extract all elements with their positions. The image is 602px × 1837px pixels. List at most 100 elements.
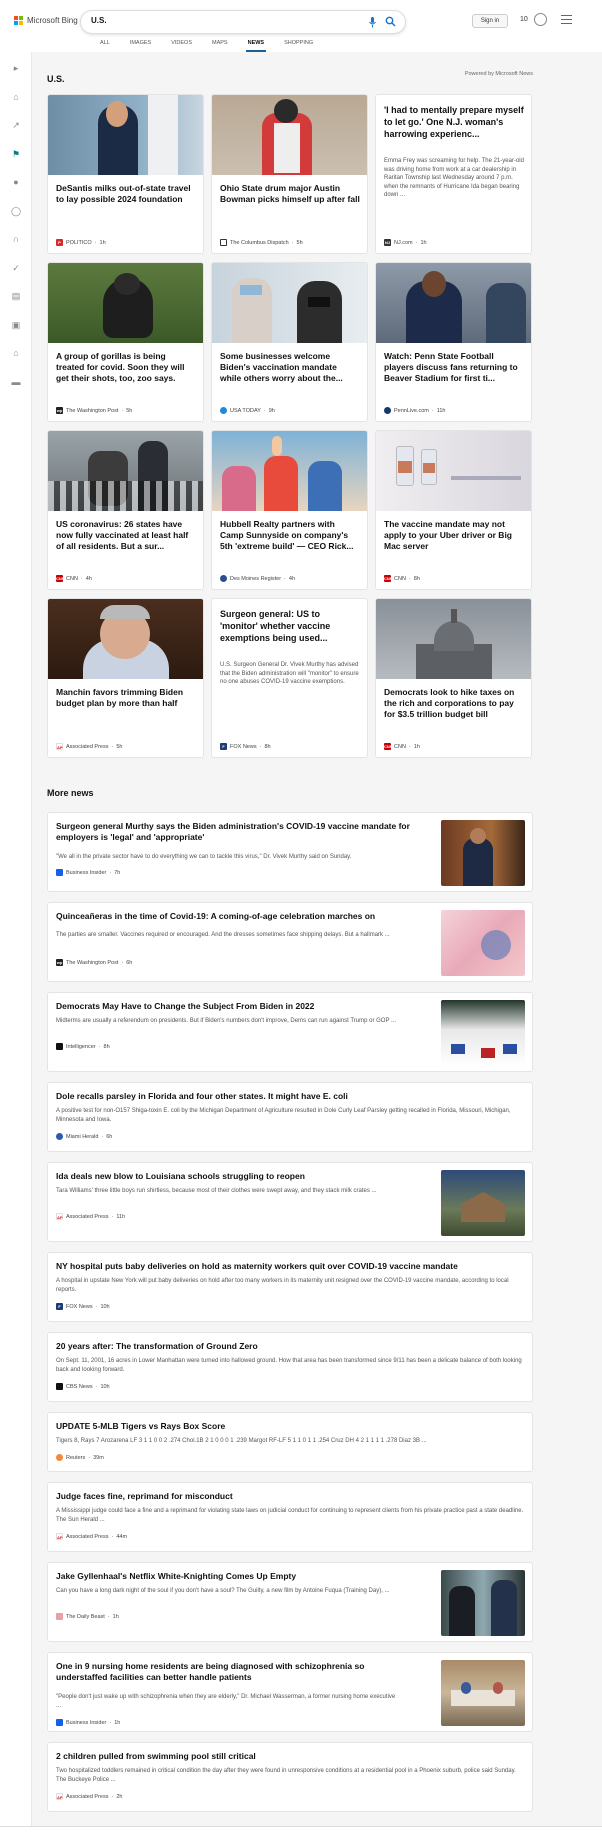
source-name: CNN: [394, 743, 406, 750]
item-snippet: Midterms are usually a referendum on pre…: [56, 1018, 396, 1024]
card-title: Ohio State drum major Austin Bowman pick…: [220, 183, 360, 204]
politics-icon[interactable]: ⌂: [9, 346, 23, 360]
source-logo-icon: AP: [56, 743, 63, 750]
source-name: POLITICO: [66, 239, 92, 246]
search-icon[interactable]: [385, 16, 396, 27]
news-card[interactable]: 'I had to mentally prepare myself to let…: [375, 94, 532, 254]
card-title: The vaccine mandate may not apply to you…: [384, 519, 512, 551]
tab-videos[interactable]: VIDEOS: [161, 40, 202, 52]
list-item[interactable]: 2 children pulled from swimming pool sti…: [47, 1742, 533, 1812]
list-item[interactable]: Ida deals new blow to Louisiana schools …: [47, 1162, 533, 1242]
trending-icon[interactable]: ↗: [9, 118, 23, 132]
source-logo-icon: [220, 407, 227, 414]
list-item[interactable]: Surgeon general Murthy says the Biden ad…: [47, 812, 533, 892]
sign-in-button[interactable]: Sign in: [472, 14, 508, 28]
left-sidebar: ▸ ⌂ ↗ ⚑ ● ◯ ∩ ✓ ▤ ▣ ⌂ ▬: [0, 52, 32, 1837]
item-snippet: "People don't just wake up with schizoph…: [56, 1694, 396, 1709]
source-logo-icon: [56, 1383, 63, 1390]
item-title: Judge faces fine, reprimand for miscondu…: [56, 1491, 233, 1501]
briefcase-icon[interactable]: ∩: [9, 232, 23, 246]
item-thumbnail: [441, 1000, 525, 1066]
chevron-right-icon[interactable]: ▸: [9, 61, 23, 75]
news-card[interactable]: The vaccine mandate may not apply to you…: [375, 430, 532, 590]
card-snippet: Emma Frey was screaming for help. The 21…: [384, 158, 524, 198]
source-name: Business Insider: [66, 869, 107, 876]
bing-logo[interactable]: Microsoft Bing: [14, 16, 78, 25]
card-image: [376, 599, 531, 679]
powered-by[interactable]: Powered by Microsoft News: [465, 71, 533, 77]
entertainment-icon[interactable]: ▤: [9, 289, 23, 303]
globe-icon[interactable]: ◯: [9, 204, 23, 218]
list-item[interactable]: Democrats May Have to Change the Subject…: [47, 992, 533, 1072]
list-item[interactable]: Jake Gyllenhaal's Netflix White-Knightin…: [47, 1562, 533, 1642]
hamburger-menu-icon[interactable]: [561, 15, 572, 27]
card-image: [48, 431, 203, 511]
location-pin-icon[interactable]: ●: [9, 175, 23, 189]
list-item[interactable]: Quinceañeras in the time of Covid-19: A …: [47, 902, 533, 982]
news-card[interactable]: US coronavirus: 26 states have now fully…: [47, 430, 204, 590]
time: 7h: [114, 869, 121, 876]
page-footer: [0, 1826, 602, 1837]
item-title: One in 9 nursing home residents are bein…: [56, 1661, 365, 1682]
list-item[interactable]: 20 years after: The transformation of Gr…: [47, 1332, 533, 1402]
list-item[interactable]: Judge faces fine, reprimand for miscondu…: [47, 1482, 533, 1552]
news-card[interactable]: Democrats look to hike taxes on the rich…: [375, 598, 532, 758]
source-logo-icon: wp: [56, 407, 63, 414]
item-snippet: Can you have a long dark night of the so…: [56, 1588, 390, 1594]
windows-logo-icon: [14, 16, 23, 25]
list-item[interactable]: NY hospital puts baby deliveries on hold…: [47, 1252, 533, 1322]
news-card[interactable]: DeSantis milks out-of-state travel to la…: [47, 94, 204, 254]
rewards-points[interactable]: 10: [520, 16, 528, 23]
tab-all[interactable]: ALL: [90, 40, 120, 52]
item-snippet: "We all in the private sector have to do…: [56, 854, 352, 860]
science-icon[interactable]: ✓: [9, 261, 23, 275]
news-card[interactable]: Surgeon general: US to 'monitor' whether…: [211, 598, 368, 758]
source-name: CBS News: [66, 1383, 93, 1390]
rewards-trophy-icon[interactable]: [534, 13, 547, 26]
news-card[interactable]: Watch: Penn State Football players discu…: [375, 262, 532, 422]
tab-news[interactable]: NEWS: [238, 40, 275, 52]
home-icon[interactable]: ⌂: [9, 90, 23, 104]
time: 44m: [116, 1533, 128, 1540]
tab-maps[interactable]: MAPS: [202, 40, 238, 52]
source-name: FOX News: [66, 1303, 93, 1310]
card-image: [376, 263, 531, 343]
time: 8h: [103, 1043, 110, 1050]
search-tabs: ALL IMAGES VIDEOS MAPS NEWS SHOPPING: [90, 40, 323, 52]
source-logo-icon: [56, 869, 63, 876]
list-item[interactable]: UPDATE 5-MLB Tigers vs Rays Box Score Ti…: [47, 1412, 533, 1472]
list-item[interactable]: Dole recalls parsley in Florida and four…: [47, 1082, 533, 1152]
source-name: The Washington Post: [66, 959, 119, 966]
money-icon[interactable]: ▬: [9, 375, 23, 389]
news-card[interactable]: Manchin favors trimming Biden budget pla…: [47, 598, 204, 758]
news-card[interactable]: Ohio State drum major Austin Bowman pick…: [211, 94, 368, 254]
item-snippet: A positive test for non-O157 Shiga-toxin…: [56, 1108, 511, 1123]
news-card[interactable]: Some businesses welcome Biden's vaccinat…: [211, 262, 368, 422]
card-title: Some businesses welcome Biden's vaccinat…: [220, 351, 343, 383]
source-name: Business Insider: [66, 1719, 107, 1726]
tab-shopping[interactable]: SHOPPING: [274, 40, 323, 52]
time: 4h: [288, 575, 296, 582]
time: 1h: [112, 1613, 119, 1620]
time: 5h: [126, 407, 133, 414]
source-name: Associated Press: [66, 1213, 109, 1220]
source-logo-icon: NJ: [384, 239, 391, 246]
time: 6h: [106, 1133, 113, 1140]
sports-icon[interactable]: ▣: [9, 318, 23, 332]
card-title: DeSantis milks out-of-state travel to la…: [56, 183, 191, 204]
card-snippet: U.S. Surgeon General Dr. Vivek Murthy ha…: [220, 662, 359, 685]
search-input[interactable]: [91, 16, 341, 25]
source-name: Reuters: [66, 1454, 86, 1461]
list-item[interactable]: One in 9 nursing home residents are bein…: [47, 1652, 533, 1732]
card-image: [212, 95, 367, 175]
item-title: Quinceañeras in the time of Covid-19: A …: [56, 911, 376, 921]
tab-images[interactable]: IMAGES: [120, 40, 161, 52]
time: 1h: [420, 239, 427, 246]
news-card[interactable]: Hubbell Realty partners with Camp Sunnys…: [211, 430, 368, 590]
microphone-icon[interactable]: [369, 17, 376, 28]
search-box: [80, 10, 406, 34]
card-image: [376, 431, 531, 511]
flag-icon[interactable]: ⚑: [9, 147, 23, 161]
news-card[interactable]: A group of gorillas is being treated for…: [47, 262, 204, 422]
source-name: USA TODAY: [230, 407, 261, 414]
